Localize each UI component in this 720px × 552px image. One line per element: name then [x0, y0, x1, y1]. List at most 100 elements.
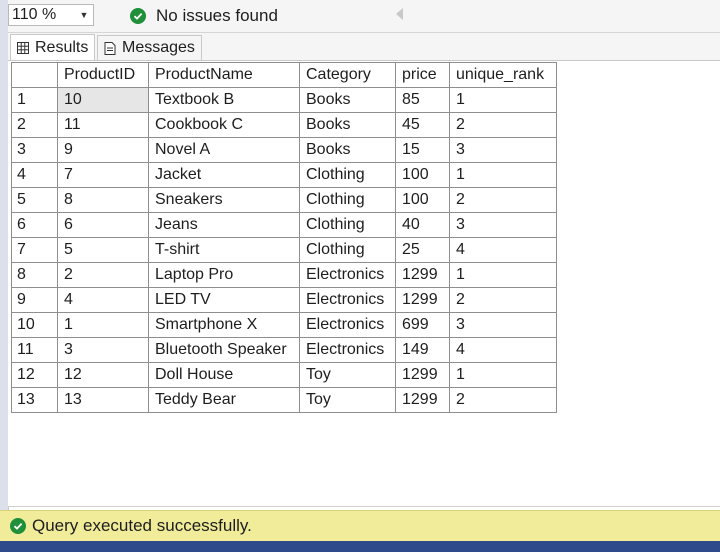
- table-row[interactable]: 10 1 Smartphone X Electronics 699 3: [11, 312, 557, 338]
- cell-price[interactable]: 100: [395, 162, 450, 188]
- column-header-productid[interactable]: ProductID: [57, 62, 149, 88]
- tab-messages[interactable]: Messages: [97, 35, 202, 60]
- row-number-cell[interactable]: 6: [11, 212, 58, 238]
- cell-productid[interactable]: 3: [57, 337, 149, 363]
- cell-price[interactable]: 15: [395, 137, 450, 163]
- cell-price[interactable]: 25: [395, 237, 450, 263]
- cell-productname[interactable]: Sneakers: [148, 187, 300, 213]
- column-header-unique-rank[interactable]: unique_rank: [449, 62, 557, 88]
- cell-unique-rank[interactable]: 1: [449, 262, 557, 288]
- row-number-cell[interactable]: 7: [11, 237, 58, 263]
- table-row[interactable]: 5 8 Sneakers Clothing 100 2: [11, 187, 557, 213]
- row-number-cell[interactable]: 3: [11, 137, 58, 163]
- cell-productname[interactable]: LED TV: [148, 287, 300, 313]
- row-number-cell[interactable]: 10: [11, 312, 58, 338]
- cell-productid[interactable]: 4: [57, 287, 149, 313]
- cell-productname[interactable]: Laptop Pro: [148, 262, 300, 288]
- column-header-category[interactable]: Category: [299, 62, 396, 88]
- cell-category[interactable]: Books: [299, 137, 396, 163]
- cell-price[interactable]: 699: [395, 312, 450, 338]
- cell-productid[interactable]: 5: [57, 237, 149, 263]
- cell-productname[interactable]: Doll House: [148, 362, 300, 388]
- cell-category[interactable]: Clothing: [299, 237, 396, 263]
- table-row[interactable]: 6 6 Jeans Clothing 40 3: [11, 212, 557, 238]
- cell-productname[interactable]: T-shirt: [148, 237, 300, 263]
- cell-category[interactable]: Clothing: [299, 212, 396, 238]
- table-row[interactable]: 13 13 Teddy Bear Toy 1299 2: [11, 387, 557, 413]
- table-row[interactable]: 7 5 T-shirt Clothing 25 4: [11, 237, 557, 263]
- table-row[interactable]: 8 2 Laptop Pro Electronics 1299 1: [11, 262, 557, 288]
- cell-category[interactable]: Toy: [299, 387, 396, 413]
- issues-indicator[interactable]: No issues found: [130, 5, 278, 27]
- table-row[interactable]: 4 7 Jacket Clothing 100 1: [11, 162, 557, 188]
- cell-productid[interactable]: 6: [57, 212, 149, 238]
- row-number-cell[interactable]: 5: [11, 187, 58, 213]
- results-grid[interactable]: ProductID ProductName Category price uni…: [11, 62, 557, 413]
- cell-category[interactable]: Books: [299, 87, 396, 113]
- table-row[interactable]: 11 3 Bluetooth Speaker Electronics 149 4: [11, 337, 557, 363]
- cell-unique-rank[interactable]: 1: [449, 362, 557, 388]
- cell-unique-rank[interactable]: 4: [449, 237, 557, 263]
- cell-unique-rank[interactable]: 2: [449, 112, 557, 138]
- tab-results[interactable]: Results: [10, 34, 96, 60]
- cell-unique-rank[interactable]: 3: [449, 137, 557, 163]
- row-number-cell[interactable]: 4: [11, 162, 58, 188]
- row-number-cell[interactable]: 1: [11, 87, 58, 113]
- cell-price[interactable]: 1299: [395, 287, 450, 313]
- cell-category[interactable]: Electronics: [299, 287, 396, 313]
- cell-price[interactable]: 100: [395, 187, 450, 213]
- cell-price[interactable]: 149: [395, 337, 450, 363]
- cell-category[interactable]: Toy: [299, 362, 396, 388]
- cell-productid[interactable]: 11: [57, 112, 149, 138]
- cell-price[interactable]: 85: [395, 87, 450, 113]
- results-grid-area[interactable]: ProductID ProductName Category price uni…: [8, 61, 720, 507]
- zoom-dropdown[interactable]: 110 % ▼: [8, 4, 94, 26]
- row-number-cell[interactable]: 13: [11, 387, 58, 413]
- cell-unique-rank[interactable]: 2: [449, 287, 557, 313]
- cell-category[interactable]: Clothing: [299, 162, 396, 188]
- cell-category[interactable]: Electronics: [299, 312, 396, 338]
- cell-productid[interactable]: 9: [57, 137, 149, 163]
- row-number-cell[interactable]: 8: [11, 262, 58, 288]
- table-row[interactable]: 9 4 LED TV Electronics 1299 2: [11, 287, 557, 313]
- column-header-productname[interactable]: ProductName: [148, 62, 300, 88]
- cell-productid[interactable]: 13: [57, 387, 149, 413]
- cell-unique-rank[interactable]: 3: [449, 312, 557, 338]
- cell-category[interactable]: Books: [299, 112, 396, 138]
- table-row[interactable]: 3 9 Novel A Books 15 3: [11, 137, 557, 163]
- cell-productname[interactable]: Cookbook C: [148, 112, 300, 138]
- cell-category[interactable]: Clothing: [299, 187, 396, 213]
- cell-category[interactable]: Electronics: [299, 262, 396, 288]
- row-number-cell[interactable]: 2: [11, 112, 58, 138]
- cell-unique-rank[interactable]: 1: [449, 162, 557, 188]
- row-number-header[interactable]: [11, 62, 58, 88]
- row-number-cell[interactable]: 9: [11, 287, 58, 313]
- cell-productid[interactable]: 8: [57, 187, 149, 213]
- row-number-cell[interactable]: 11: [11, 337, 58, 363]
- cell-price[interactable]: 1299: [395, 362, 450, 388]
- cell-productname[interactable]: Jacket: [148, 162, 300, 188]
- cell-productid[interactable]: 12: [57, 362, 149, 388]
- cell-productname[interactable]: Novel A: [148, 137, 300, 163]
- cell-productname[interactable]: Teddy Bear: [148, 387, 300, 413]
- cell-productname[interactable]: Jeans: [148, 212, 300, 238]
- cell-price[interactable]: 1299: [395, 387, 450, 413]
- cell-price[interactable]: 45: [395, 112, 450, 138]
- cell-productid[interactable]: 10: [57, 87, 149, 113]
- cell-productname[interactable]: Textbook B: [148, 87, 300, 113]
- navigate-previous-icon[interactable]: [396, 8, 403, 20]
- cell-unique-rank[interactable]: 1: [449, 87, 557, 113]
- cell-unique-rank[interactable]: 4: [449, 337, 557, 363]
- cell-productid[interactable]: 7: [57, 162, 149, 188]
- column-header-price[interactable]: price: [395, 62, 450, 88]
- cell-price[interactable]: 1299: [395, 262, 450, 288]
- row-number-cell[interactable]: 12: [11, 362, 58, 388]
- cell-unique-rank[interactable]: 2: [449, 387, 557, 413]
- cell-price[interactable]: 40: [395, 212, 450, 238]
- cell-unique-rank[interactable]: 3: [449, 212, 557, 238]
- cell-productname[interactable]: Smartphone X: [148, 312, 300, 338]
- cell-productname[interactable]: Bluetooth Speaker: [148, 337, 300, 363]
- table-row[interactable]: 1 10 Textbook B Books 85 1: [11, 87, 557, 113]
- chevron-down-icon[interactable]: ▼: [75, 10, 93, 20]
- cell-productid[interactable]: 1: [57, 312, 149, 338]
